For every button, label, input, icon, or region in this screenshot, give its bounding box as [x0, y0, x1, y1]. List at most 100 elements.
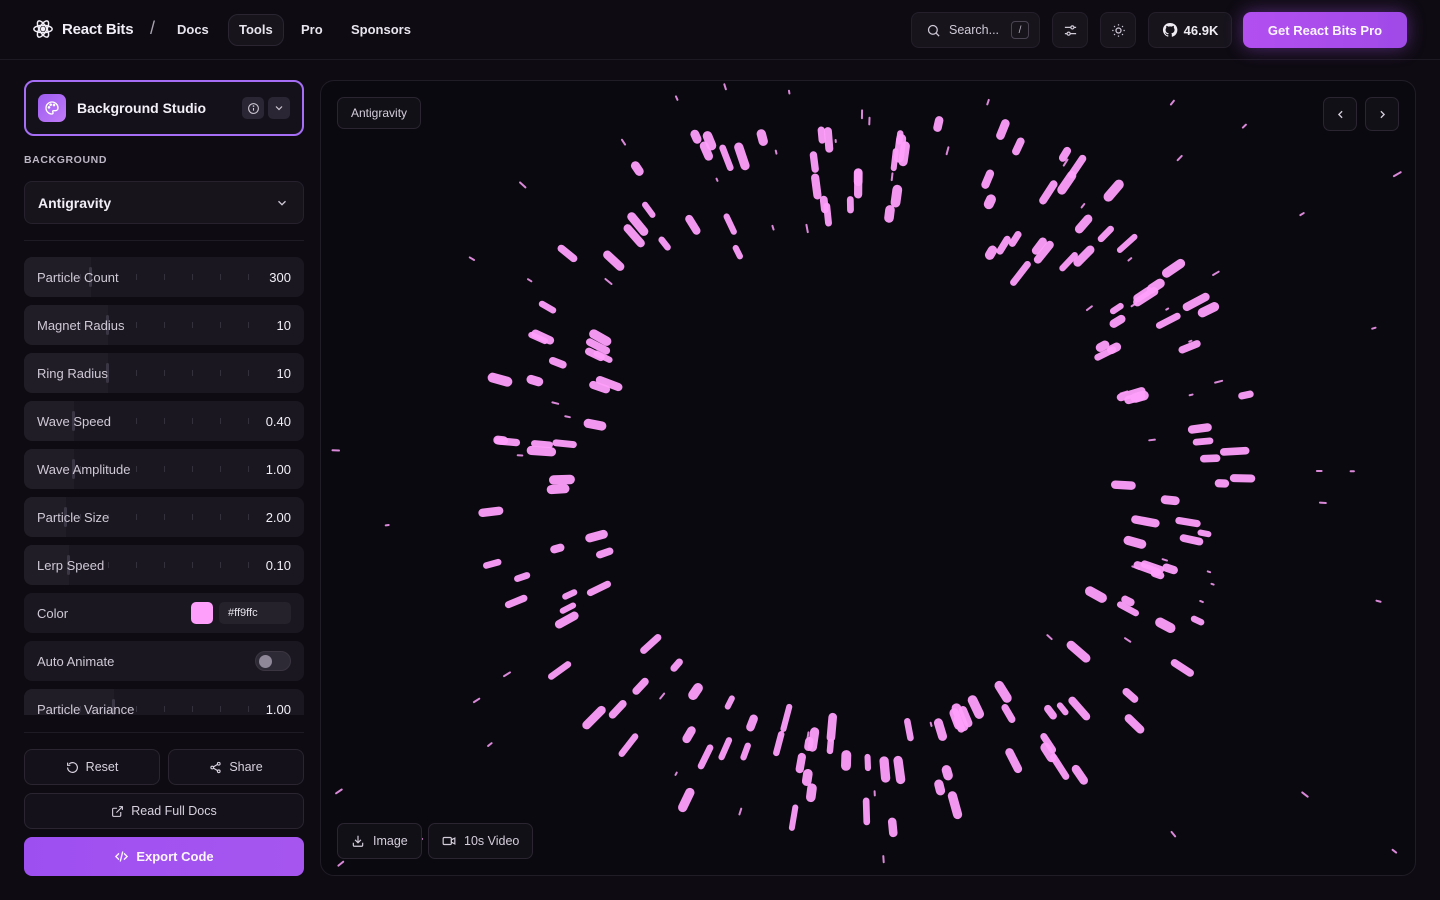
- reset-icon: [66, 761, 78, 773]
- particle: [740, 742, 751, 761]
- particle: [996, 119, 1010, 140]
- previous-background-button[interactable]: [1323, 97, 1357, 131]
- particle: [1169, 99, 1175, 106]
- theme-toggle-button[interactable]: [1100, 12, 1136, 48]
- get-pro-button[interactable]: Get React Bits Pro: [1243, 12, 1407, 48]
- auto-animate-control: Auto Animate: [24, 641, 304, 681]
- search-placeholder: Search...: [949, 23, 1000, 37]
- nav-separator: /: [150, 18, 156, 38]
- auto-animate-toggle[interactable]: [255, 651, 291, 671]
- slider-tick: [136, 514, 137, 520]
- slider-wave-speed[interactable]: Wave Speed 0.40: [24, 401, 304, 441]
- nav-link-docs[interactable]: Docs: [167, 14, 219, 46]
- record-video-button[interactable]: 10s Video: [428, 823, 534, 859]
- particle: [642, 201, 656, 218]
- particle: [846, 196, 854, 214]
- particle: [718, 737, 733, 761]
- reset-button[interactable]: Reset: [24, 749, 160, 785]
- nav-link-sponsors[interactable]: Sponsors: [341, 14, 421, 46]
- next-background-button[interactable]: [1365, 97, 1399, 131]
- slider-value: 1.00: [265, 701, 291, 716]
- slider-lerp-speed[interactable]: Lerp Speed 0.10: [24, 545, 304, 585]
- particle: [1162, 563, 1178, 575]
- particle: [819, 195, 829, 214]
- particle: [564, 415, 571, 419]
- particle: [640, 634, 662, 654]
- preview-canvas[interactable]: Antigravity Image 10s Video: [320, 80, 1416, 876]
- chevron-down-icon: [278, 200, 286, 206]
- particle: [947, 791, 963, 820]
- slider-label: Lerp Speed: [37, 557, 105, 573]
- particle: [331, 449, 340, 452]
- slider-ring-radius[interactable]: Ring Radius 10: [24, 353, 304, 393]
- particle: [1170, 830, 1177, 838]
- particle: [873, 790, 876, 797]
- slider-tick: [220, 274, 221, 280]
- slider-tick: [164, 370, 165, 376]
- particle: [504, 594, 528, 609]
- particle: [468, 256, 476, 261]
- export-code-button[interactable]: Export Code: [24, 837, 304, 876]
- particle: [1103, 179, 1124, 202]
- brand-link[interactable]: React Bits: [32, 18, 134, 40]
- particle: [1066, 640, 1091, 663]
- particle: [685, 214, 701, 235]
- nav-link-pro[interactable]: Pro: [291, 14, 333, 46]
- particle: [719, 144, 734, 171]
- download-image-button[interactable]: Image: [337, 823, 422, 859]
- particle: [890, 172, 894, 182]
- particle: [1371, 326, 1377, 330]
- color-control: Color #ff9ffc: [24, 593, 304, 633]
- search-button[interactable]: Search... /: [911, 12, 1040, 48]
- nav-link-tools[interactable]: Tools: [228, 14, 284, 46]
- reset-label: Reset: [85, 760, 119, 774]
- particle: [1122, 687, 1139, 703]
- top-nav: React Bits / Docs Tools Pro Sponsors Sea…: [0, 0, 1440, 60]
- slider-particle-size[interactable]: Particle Size 2.00: [24, 497, 304, 537]
- particle: [682, 726, 696, 744]
- studio-info-button[interactable]: [242, 97, 264, 119]
- particle: [538, 300, 557, 314]
- particle: [890, 148, 899, 172]
- read-docs-button[interactable]: Read Full Docs: [24, 793, 304, 829]
- particle: [1165, 307, 1170, 311]
- slider-tick: [192, 418, 193, 424]
- color-swatch[interactable]: [191, 602, 213, 624]
- particle: [1375, 599, 1382, 603]
- background-section-label: BACKGROUND: [24, 154, 107, 166]
- particle: [809, 151, 819, 173]
- slider-tick: [192, 274, 193, 280]
- color-hex-input[interactable]: #ff9ffc: [219, 602, 291, 624]
- particle: [337, 860, 345, 867]
- particle: [1074, 214, 1093, 234]
- slider-wave-amplitude[interactable]: Wave Amplitude 1.00: [24, 449, 304, 489]
- settings-button[interactable]: [1052, 12, 1088, 48]
- particle: [879, 756, 891, 783]
- particle: [550, 543, 565, 554]
- search-shortcut: /: [1011, 21, 1029, 39]
- particle: [823, 127, 834, 153]
- github-stars-button[interactable]: 46.9K: [1148, 12, 1232, 48]
- studio-selector[interactable]: Background Studio: [24, 80, 304, 136]
- share-label: Share: [229, 760, 263, 774]
- controls-list[interactable]: Particle Count 300 Magnet Radius 10 Ring Rad…: [24, 257, 304, 715]
- info-icon: [247, 102, 259, 114]
- slider-tick: [192, 466, 193, 472]
- particle: [826, 738, 834, 755]
- slider-tick: [248, 322, 249, 328]
- slider-magnet-radius[interactable]: Magnet Radius 10: [24, 305, 304, 345]
- export-code-label: Export Code: [136, 849, 214, 864]
- particle: [1049, 753, 1070, 780]
- particle: [1058, 146, 1072, 162]
- antigravity-particles[interactable]: [321, 81, 1416, 876]
- slider-tick: [192, 562, 193, 568]
- share-button[interactable]: Share: [168, 749, 304, 785]
- particle-variance-slider[interactable]: Particle Variance 1.00: [24, 689, 304, 715]
- particle: [1318, 501, 1327, 505]
- particle: [1084, 586, 1107, 603]
- slider-particle-count[interactable]: Particle Count 300: [24, 257, 304, 297]
- background-select[interactable]: Antigravity: [24, 181, 304, 224]
- slider-tick: [136, 706, 137, 712]
- studio-expand-button[interactable]: [268, 97, 290, 119]
- slider-label: Particle Count: [37, 269, 119, 285]
